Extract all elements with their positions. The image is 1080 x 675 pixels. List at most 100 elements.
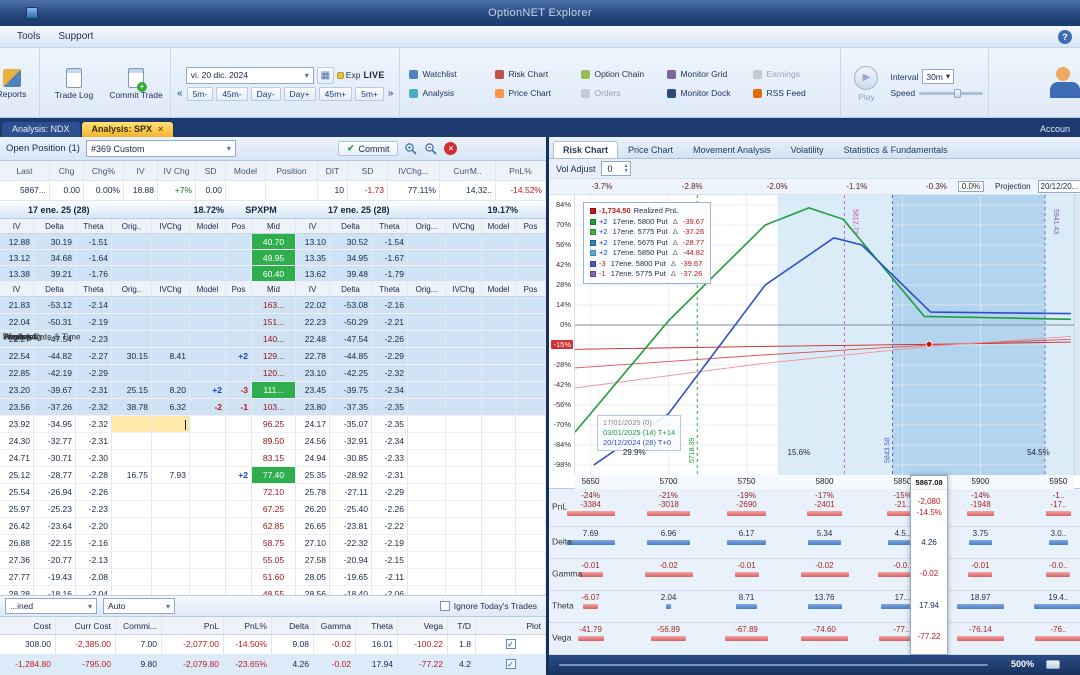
chain-cell[interactable]: -53.08 <box>330 297 372 313</box>
chain-cell[interactable] <box>516 382 546 398</box>
rewind-fast-icon[interactable]: « <box>176 88 184 99</box>
chain-cell[interactable] <box>152 450 190 466</box>
chain-cell[interactable]: -50.31 <box>34 314 76 330</box>
mid-cell[interactable]: 77.40 <box>252 467 296 483</box>
account-icon[interactable] <box>1044 48 1080 117</box>
chain-cell[interactable]: -2.34 <box>372 433 408 449</box>
chain-cell[interactable] <box>112 314 152 330</box>
chain-cell[interactable]: 22.04 <box>0 314 34 330</box>
chain-cell[interactable]: -2.16 <box>372 297 408 313</box>
chain-cell[interactable]: +2 <box>190 382 226 398</box>
windows-option-chain[interactable]: Option Chain <box>577 65 663 84</box>
chain-cell[interactable]: -2.28 <box>76 467 112 483</box>
time-nav-day-fwd[interactable]: Day+ <box>283 86 316 101</box>
mid-cell[interactable]: 40.70 <box>252 234 296 249</box>
chain-cell[interactable]: -2.35 <box>372 416 408 432</box>
chain-cell[interactable] <box>152 552 190 568</box>
chain-cell[interactable]: -1.76 <box>76 266 112 281</box>
chain-row[interactable]: 22.54 -44.82 -2.27 30.15 8.41 +2 129... 22.78 -4… <box>0 348 546 365</box>
mid-cell[interactable]: 48.55 <box>252 586 296 595</box>
chain-cell[interactable] <box>226 518 252 534</box>
chain-cell[interactable] <box>446 501 482 517</box>
mid-cell[interactable]: 72.10 <box>252 484 296 500</box>
chain-cell[interactable] <box>516 331 546 347</box>
chain-cell[interactable] <box>226 331 252 347</box>
chain-cell[interactable]: -1.79 <box>372 266 408 281</box>
chain-cell[interactable] <box>152 314 190 330</box>
chain-cell[interactable] <box>446 518 482 534</box>
chain-cell[interactable] <box>482 399 516 415</box>
chain-cell[interactable]: 24.17 <box>296 416 330 432</box>
chain-cell[interactable]: -34.95 <box>34 416 76 432</box>
chain-cell[interactable]: 13.12 <box>0 250 34 265</box>
chain-row[interactable]: 25.54 -26.94 -2.26 72.10 25.78 -27.11 -2.29 <box>0 484 546 501</box>
chain-cell[interactable] <box>516 569 546 585</box>
chain-cell[interactable] <box>446 399 482 415</box>
chain-cell[interactable] <box>516 297 546 313</box>
chain-cell[interactable]: 23.45 <box>296 382 330 398</box>
chain-cell[interactable] <box>516 266 546 281</box>
mid-cell[interactable]: 96.25 <box>252 416 296 432</box>
chain-row[interactable]: 13.12 34.68 -1.64 49.95 13.35 34.95 -1.67 <box>0 250 546 266</box>
vol-adjust-input[interactable]: 0 ▲ ▼ <box>600 161 631 176</box>
chain-cell[interactable]: -23.64 <box>34 518 76 534</box>
chain-cell[interactable] <box>516 416 546 432</box>
chain-row[interactable]: 28.28 -18.16 -2.04 48.55 28.56 -18.40 -2.06 <box>0 586 546 595</box>
chain-cell[interactable] <box>226 365 252 381</box>
chain-cell[interactable]: -1.67 <box>372 250 408 265</box>
chain-row[interactable]: 22.85 -42.19 -2.29 120... 23.10 -42.25 -2.32 <box>0 365 546 382</box>
chain-cell[interactable]: 38.78 <box>112 399 152 415</box>
play-button[interactable]: ▶ Play <box>846 65 886 102</box>
chain-cell[interactable] <box>516 467 546 483</box>
zoom-slider-handle[interactable] <box>1046 660 1060 669</box>
chain-cell[interactable]: -25.23 <box>34 501 76 517</box>
chain-cell[interactable] <box>482 467 516 483</box>
chain-cell[interactable] <box>226 314 252 330</box>
chain-row[interactable]: 23.56 -37.26 -2.32 38.78 6.32 -2 -1 103... 23.80… <box>0 399 546 416</box>
chain-cell[interactable] <box>408 484 446 500</box>
chain-cell[interactable] <box>152 569 190 585</box>
chain-cell[interactable]: 13.38 <box>0 266 34 281</box>
time-nav-5m-fwd[interactable]: 5m+ <box>355 86 384 101</box>
chain-cell[interactable]: -2.32 <box>372 365 408 381</box>
chain-cell[interactable]: 26.20 <box>296 501 330 517</box>
chain-cell[interactable]: -2.23 <box>76 501 112 517</box>
mid-cell[interactable]: 103... <box>252 399 296 415</box>
chain-cell[interactable]: -2.35 <box>372 399 408 415</box>
chain-cell[interactable]: -3 <box>226 382 252 398</box>
chain-cell[interactable] <box>226 552 252 568</box>
chain-cell[interactable] <box>152 266 190 281</box>
chain-cell[interactable]: 13.62 <box>296 266 330 281</box>
chain-cell[interactable]: 24.94 <box>296 450 330 466</box>
chain-cell[interactable]: -1 <box>226 399 252 415</box>
chain-cell[interactable] <box>408 467 446 483</box>
chain-cell[interactable]: -2.26 <box>76 484 112 500</box>
chain-cell[interactable] <box>482 348 516 364</box>
zoom-out-icon[interactable] <box>424 142 438 156</box>
chain-cell[interactable]: -25.40 <box>330 501 372 517</box>
chain-cell[interactable] <box>482 234 516 249</box>
combined-select[interactable]: ...ined ▾ <box>5 598 97 614</box>
chain-cell[interactable] <box>112 416 152 432</box>
chain-cell[interactable] <box>482 314 516 330</box>
chain-row[interactable]: 27.36 -20.77 -2.13 55.05 27.58 -20.94 -2.15 <box>0 552 546 569</box>
chain-cell[interactable]: -22.32 <box>330 535 372 551</box>
chain-cell[interactable] <box>226 484 252 500</box>
tab-movement-analysis[interactable]: Movement Analysis <box>683 141 781 158</box>
chain-cell[interactable] <box>408 399 446 415</box>
chain-cell[interactable] <box>408 501 446 517</box>
chain-cell[interactable] <box>112 234 152 249</box>
chain-cell[interactable] <box>152 250 190 265</box>
chain-cell[interactable] <box>408 266 446 281</box>
chain-cell[interactable]: -28.77 <box>34 467 76 483</box>
chain-cell[interactable]: -2.34 <box>372 382 408 398</box>
chain-cell[interactable]: -2.13 <box>76 552 112 568</box>
chain-cell[interactable] <box>152 518 190 534</box>
chain-cell[interactable] <box>516 250 546 265</box>
chain-cell[interactable] <box>408 450 446 466</box>
chain-cell[interactable] <box>226 234 252 249</box>
position-selector[interactable]: #369 Custom ▾ <box>85 140 236 157</box>
chain-cell[interactable] <box>408 314 446 330</box>
windows-monitor-dock[interactable]: Monitor Dock <box>663 84 749 103</box>
chain-cell[interactable]: 22.85 <box>0 365 34 381</box>
